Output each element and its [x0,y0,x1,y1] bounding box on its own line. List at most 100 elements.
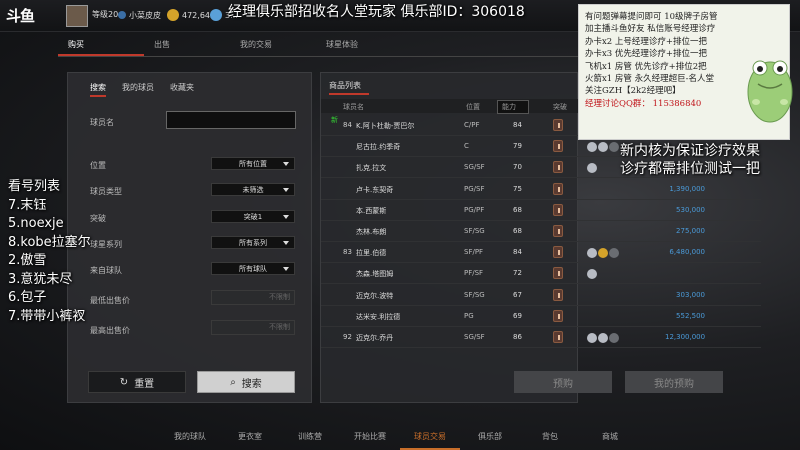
tab-my-trades[interactable]: 我的交易 [230,36,316,56]
player-price: 275,000 [676,227,705,235]
player-position: SG/SF [464,333,485,341]
badge-medal-icon [587,269,597,280]
player-rating: 86 [513,333,522,341]
listing-panel: 商品列表 球员名 位置 能力 突破 84 K.阿卜杜勒-贾巴尔 C/PF 84 新尼古拉… [320,72,761,403]
player-overall: 92 [343,333,352,341]
player-position: SF/SG [464,290,485,299]
breakthrough-icon [553,182,563,195]
table-row[interactable]: 92 迈克尔.乔丹 SG/SF 86 12,300,000 [321,327,761,348]
my-preorders-button[interactable]: 我的预购 [625,371,723,393]
chevron-down-icon [283,215,289,219]
chevron-down-icon [283,267,289,271]
max-price-label: 最高出售价 [90,326,130,335]
subtab-favorites[interactable]: 收藏夹 [170,81,194,97]
listing-tab[interactable]: 商品列表 [329,79,361,93]
filter-label-team: 来自球队 [90,266,122,275]
bottom-nav-item[interactable]: 训练营 [280,430,340,450]
chevron-down-icon [283,162,289,166]
breakthrough-icon [553,161,563,174]
bottom-nav-item[interactable]: 开始比赛 [340,430,400,450]
badge-medal-icon [598,142,608,153]
player-name: 杰森.塔图姆 [356,270,394,279]
breakthrough-value: 突破1 [243,212,263,221]
game-screen: 斗鱼 等级20 小菜皮皮 472,642 3... 经理俱乐部招收名人堂玩家 俱… [0,0,800,450]
table-row[interactable]: 达米安.利拉德 PG 69 552,500 [321,306,761,327]
reset-button[interactable]: ↻ 重置 [88,371,186,393]
player-rating: 79 [513,142,522,151]
position-dropdown[interactable]: 所有位置 [211,157,295,170]
type-dropdown[interactable]: 未筛选 [211,183,295,196]
reset-label: 重置 [134,378,155,390]
series-value: 所有系列 [239,238,267,247]
bottom-nav-item[interactable]: 背包 [520,430,580,450]
username-chip: 小菜皮皮 [118,7,161,23]
player-name: 卢卡.东契奇 [356,185,394,194]
search-panel: 搜索 我的球员 收藏夹 球员名 位置 所有位置 球员类型 未筛选 突破 突破1 … [67,72,312,403]
team-dropdown[interactable]: 所有球队 [211,262,295,275]
table-row[interactable]: 杰林.布朗 SF/SG 68 275,000 [321,221,761,242]
chevron-down-icon [283,188,289,192]
min-price-input[interactable]: 不限制 [211,290,295,305]
rating-sort-dropdown[interactable]: 能力 [497,100,529,114]
notice-overlay: 新内核为保证诊疗效果 诊疗都需排位测试一把 [620,142,760,178]
bottom-nav-item[interactable]: 更衣室 [220,430,280,450]
table-row[interactable]: 杰森.塔图姆 PF/SF 72 [321,263,761,285]
team-value: 所有球队 [239,264,267,273]
bottom-nav-item[interactable]: 商城 [580,430,640,450]
position-value: 所有位置 [239,159,267,168]
tab-sell[interactable]: 出售 [144,36,230,56]
subtab-my-players[interactable]: 我的球员 [122,81,154,97]
bottom-nav-item[interactable]: 我的球队 [160,430,220,450]
badge-medal-icon [598,248,608,259]
badge-medal-icon [598,333,608,343]
queue-item: 6.包子 [8,290,47,305]
tab-buy[interactable]: 购买 [58,36,144,56]
max-price-input[interactable]: 不限制 [211,320,295,335]
filter-label-type: 球员类型 [90,187,122,196]
queue-item: 2.傲雪 [8,253,47,268]
player-rating: 72 [513,269,522,278]
breakthrough-dropdown[interactable]: 突破1 [211,210,295,223]
breakthrough-icon [553,246,563,259]
badge-medal-icon [587,333,597,343]
queue-item: 5.noexje [8,216,64,231]
player-name: 拉里.伯德 [356,249,387,258]
preorder-button[interactable]: 预购 [514,371,612,393]
player-rating: 84 [513,121,522,129]
table-row[interactable]: 83 拉里.伯德 SF/PF 84 6,480,000 [321,242,761,264]
new-tag: 新 [331,116,338,124]
player-rating: 75 [513,184,522,193]
vc-icon [210,9,222,21]
queue-item: 8.kobe拉塞尔 [8,234,91,250]
player-price: 12,300,000 [665,333,706,341]
player-position: PG/SF [464,184,485,193]
tab-divider [58,56,578,57]
bottom-nav: 我的球队 更衣室 训练营 开始比赛 球员交易 俱乐部 背包 商城 [160,430,640,450]
player-name-input[interactable] [166,111,296,129]
avatar[interactable] [66,5,88,27]
table-row[interactable]: 本.西蒙斯 PG/PF 68 530,000 [321,200,761,221]
bottom-nav-item[interactable]: 俱乐部 [460,430,520,450]
tab-star-trial[interactable]: 球星体验 [316,36,402,56]
series-dropdown[interactable]: 所有系列 [211,236,295,249]
player-rating: 68 [513,227,522,235]
filter-label-breakthrough: 突破 [90,214,106,223]
note-line: 有问题弹幕提问即可 10级牌子房管 [585,12,718,22]
player-name: 迈克尔.波特 [356,291,394,300]
player-name: K.阿卜杜勒-贾巴尔 [356,122,415,130]
player-rating: 84 [513,248,522,257]
col-rating: 能力 [502,103,516,111]
table-row[interactable]: 卢卡.东契奇 PG/SF 75 1,390,000 [321,179,761,200]
player-position: SF/PF [464,248,484,257]
player-position: C [464,142,469,151]
subtab-search[interactable]: 搜索 [90,81,106,97]
player-position: C/PF [464,121,480,129]
search-button[interactable]: ⌕ 搜索 [197,371,295,393]
bottom-nav-item[interactable]: 球员交易 [400,430,460,450]
table-row[interactable]: 迈克尔.波特 SF/SG 67 303,000 [321,285,761,306]
notice-line-2: 诊疗都需排位测试一把 [620,161,760,177]
username: 小菜皮皮 [129,10,161,20]
player-price: 530,000 [676,205,705,214]
badge-medal-icon [587,142,597,153]
breakthrough-icon [553,140,563,153]
